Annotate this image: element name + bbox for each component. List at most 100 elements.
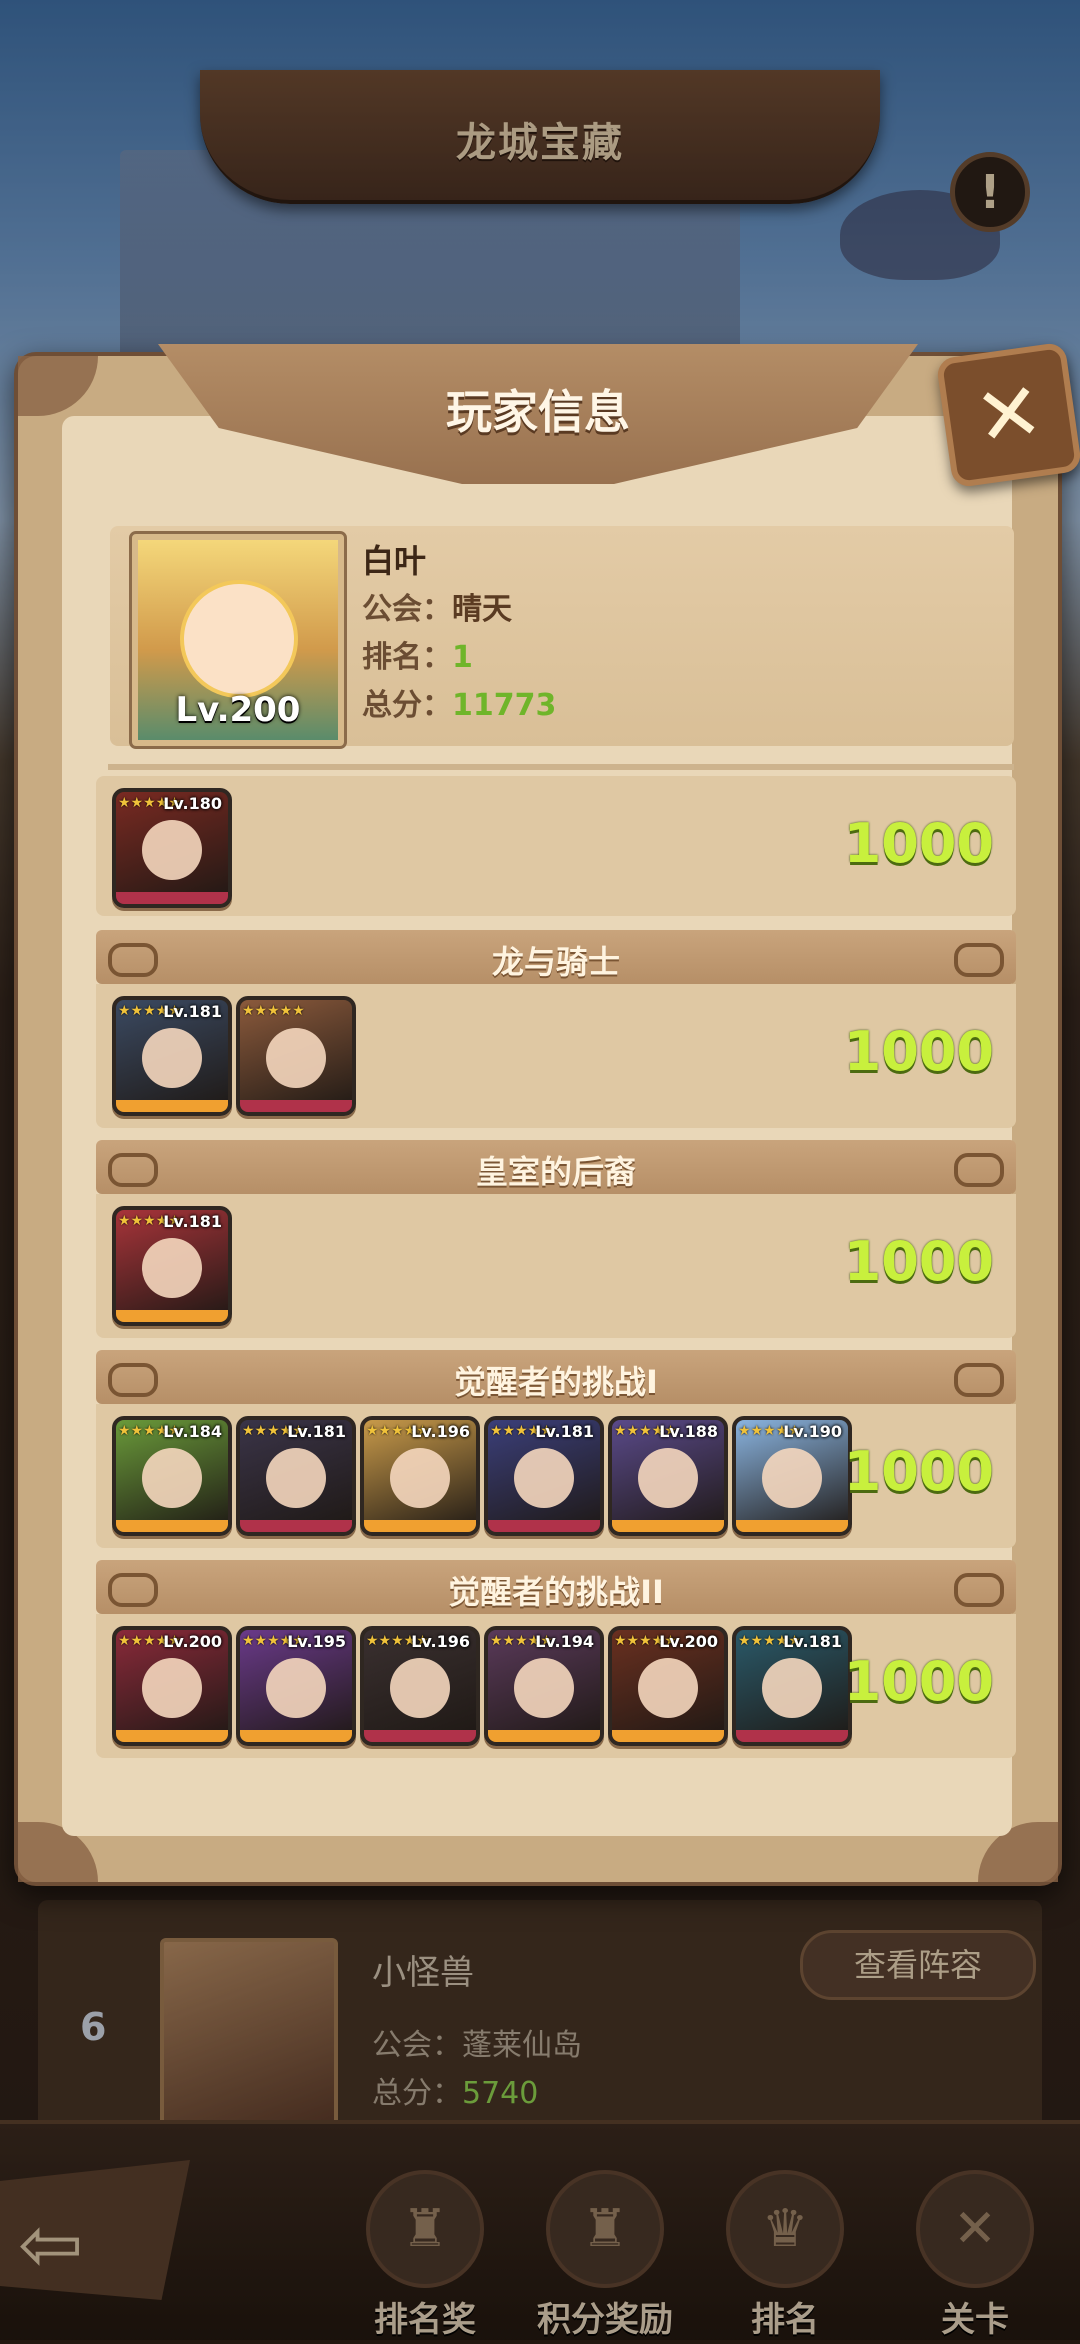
hero-level: Lv.194: [535, 1632, 594, 1651]
player-name: 白叶: [362, 542, 427, 580]
section-body: ★★★★★ Lv.200 ★★★★★ Lv.195 ★★★★★ Lv.196 ★★★★★ Lv…: [96, 1614, 1016, 1758]
hero-portrait[interactable]: ★★★★★ Lv.190: [732, 1416, 852, 1536]
star-icon: ★★★★★: [366, 1633, 429, 1649]
portrait-level: Lv.200: [175, 690, 301, 730]
hero-portrait[interactable]: ★★★★★ Lv.181: [484, 1416, 604, 1536]
lineup-section: 龙与骑士 ★★★★★ Lv.181 ★★★★★ 1000: [96, 930, 1016, 1128]
rarity-bar: [488, 1520, 600, 1532]
player-score: 总分：11773: [362, 680, 556, 724]
rarity-bar: [488, 1730, 600, 1742]
guild-label: 公会：: [362, 592, 452, 627]
rarity-bar: [240, 1520, 352, 1532]
hero-face: [514, 1658, 574, 1718]
hero-portrait[interactable]: ★★★★★ Lv.200: [112, 1626, 232, 1746]
ornament-icon: [954, 1573, 1004, 1607]
score-label: 总分：: [362, 688, 452, 723]
hero-portrait[interactable]: ★★★★★ Lv.194: [484, 1626, 604, 1746]
hero-portrait[interactable]: ★★★★★ Lv.195: [236, 1626, 356, 1746]
lineup-section: ★★★★★ Lv.180 1000: [96, 776, 1016, 916]
hero-level: Lv.181: [287, 1422, 346, 1441]
modal-title: 玩家信息: [446, 385, 630, 439]
hero-face: [762, 1658, 822, 1718]
rarity-bar: [736, 1730, 848, 1742]
section-body: ★★★★★ Lv.181 ★★★★★ 1000: [96, 984, 1016, 1128]
section-title: 龙与骑士: [491, 943, 620, 981]
portrait-face: [180, 580, 298, 698]
hero-face: [266, 1448, 326, 1508]
section-score: 1000: [843, 1230, 994, 1293]
player-guild: 公会：晴天: [362, 584, 512, 628]
hero-level: Lv.200: [163, 1632, 222, 1651]
hero-portrait[interactable]: ★★★★★ Lv.188: [608, 1416, 728, 1536]
player-info-modal: 玩家信息 ✕ Lv.200 白叶 公会：晴天 排名：1 总分：11773 ★★★…: [14, 341, 1080, 1886]
hero-portrait[interactable]: ★★★★★ Lv.184: [112, 1416, 232, 1536]
hero-portrait[interactable]: ★★★★★ Lv.181: [112, 996, 232, 1116]
hero-portrait[interactable]: ★★★★★ Lv.181: [732, 1626, 852, 1746]
close-button[interactable]: ✕: [935, 341, 1080, 489]
star-icon: ★★★★★: [738, 1423, 801, 1439]
hero-level: Lv.181: [783, 1632, 842, 1651]
section-body: ★★★★★ Lv.184 ★★★★★ Lv.181 ★★★★★ Lv.196 ★★★★★ Lv…: [96, 1404, 1016, 1548]
hero-level: Lv.181: [535, 1422, 594, 1441]
hero-face: [266, 1028, 326, 1088]
guild-value: 晴天: [452, 592, 512, 627]
star-icon: ★★★★★: [118, 1213, 181, 1229]
hero-portrait[interactable]: ★★★★★ Lv.181: [236, 1416, 356, 1536]
hero-face: [390, 1658, 450, 1718]
star-icon: ★★★★★: [614, 1423, 677, 1439]
hero-level: Lv.190: [783, 1422, 842, 1441]
lineup-section: 觉醒者的挑战I ★★★★★ Lv.184 ★★★★★ Lv.181 ★★★★★ Lv.19…: [96, 1350, 1016, 1548]
section-score: 1000: [843, 1020, 994, 1083]
hero-level: Lv.196: [411, 1632, 470, 1651]
section-body: ★★★★★ Lv.180 1000: [96, 776, 1016, 916]
hero-face: [514, 1448, 574, 1508]
hero-portrait[interactable]: ★★★★★ Lv.181: [112, 1206, 232, 1326]
hero-face: [142, 1028, 202, 1088]
rarity-bar: [116, 892, 228, 904]
hero-level: Lv.200: [659, 1632, 718, 1651]
hero-portrait[interactable]: ★★★★★ Lv.196: [360, 1416, 480, 1536]
hero-level: Lv.195: [287, 1632, 346, 1651]
hero-face: [390, 1448, 450, 1508]
section-title: 觉醒者的挑战I: [454, 1363, 658, 1401]
section-score: 1000: [843, 1650, 994, 1713]
star-icon: ★★★★★: [118, 1423, 181, 1439]
hero-portrait[interactable]: ★★★★★ Lv.180: [112, 788, 232, 908]
star-icon: ★★★★★: [242, 1633, 305, 1649]
section-title: 觉醒者的挑战II: [448, 1573, 664, 1611]
star-icon: ★★★★★: [490, 1423, 553, 1439]
rarity-bar: [612, 1520, 724, 1532]
score-value: 11773: [452, 688, 557, 723]
close-icon: ✕: [969, 363, 1049, 466]
star-icon: ★★★★★: [242, 1003, 305, 1019]
player-card: Lv.200 白叶 公会：晴天 排名：1 总分：11773: [110, 526, 1014, 749]
rarity-bar: [116, 1310, 228, 1322]
hero-portrait[interactable]: ★★★★★ Lv.200: [608, 1626, 728, 1746]
hero-face: [142, 1658, 202, 1718]
rank-label: 排名：: [362, 640, 452, 675]
rarity-bar: [116, 1100, 228, 1112]
hero-face: [638, 1658, 698, 1718]
star-icon: ★★★★★: [118, 1003, 181, 1019]
hero-face: [266, 1658, 326, 1718]
hero-portrait[interactable]: ★★★★★ Lv.196: [360, 1626, 480, 1746]
star-icon: ★★★★★: [738, 1633, 801, 1649]
avatar: Lv.200: [129, 531, 347, 749]
hero-level: Lv.181: [163, 1212, 222, 1231]
hero-level: Lv.184: [163, 1422, 222, 1441]
rarity-bar: [116, 1730, 228, 1742]
section-header: 觉醒者的挑战II: [96, 1560, 1016, 1614]
hero-level: Lv.180: [163, 794, 222, 813]
hero-face: [142, 820, 202, 880]
rarity-bar: [364, 1730, 476, 1742]
rarity-bar: [240, 1100, 352, 1112]
section-body: ★★★★★ Lv.181 1000: [96, 1194, 1016, 1338]
hero-portrait[interactable]: ★★★★★: [236, 996, 356, 1116]
section-header: 觉醒者的挑战I: [96, 1350, 1016, 1404]
ornament-icon: [954, 1153, 1004, 1187]
rarity-bar: [116, 1520, 228, 1532]
section-header: 龙与骑士: [96, 930, 1016, 984]
rarity-bar: [364, 1520, 476, 1532]
lineup-section: 皇室的后裔 ★★★★★ Lv.181 1000: [96, 1140, 1016, 1338]
hero-face: [142, 1448, 202, 1508]
